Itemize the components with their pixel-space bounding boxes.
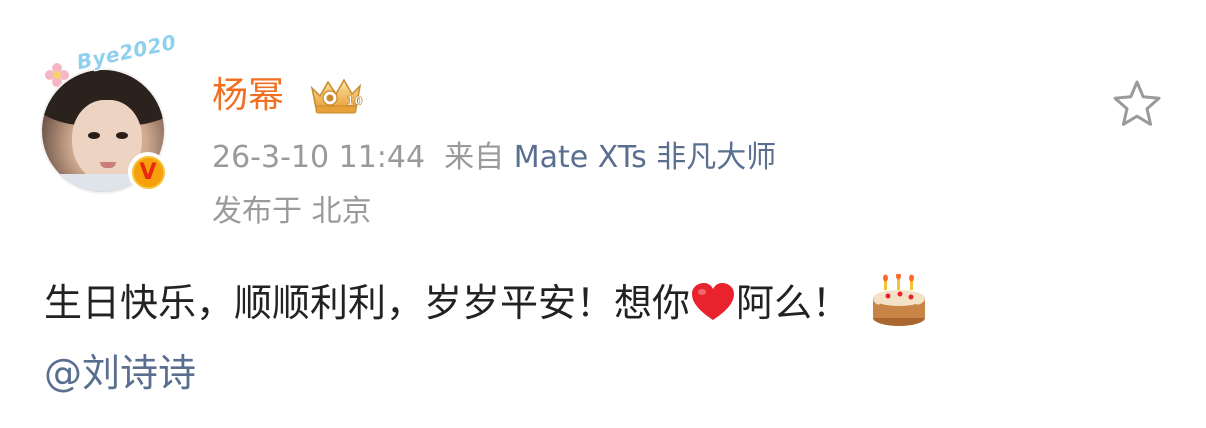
favorite-star-icon[interactable] — [1110, 78, 1164, 130]
verified-v-icon: V — [131, 155, 165, 189]
author-name[interactable]: 杨幂 — [212, 74, 284, 118]
post-location: 发布于 北京 — [212, 194, 372, 229]
post-timestamp: 26-3-10 11:44 — [212, 140, 426, 175]
post-text-part2: 阿么！ — [736, 281, 851, 325]
post-text-part1: 生日快乐，顺顺利利，岁岁平安！想你 — [44, 281, 691, 325]
heart-icon — [692, 283, 735, 320]
post-content: 生日快乐，顺顺利利，岁岁平安！想你 阿么！ — [44, 274, 928, 330]
post-source-prefix: 来自 — [444, 140, 505, 175]
author-avatar-container[interactable]: Bye2020 V — [36, 30, 178, 192]
verified-badge: V — [128, 152, 168, 192]
post-source-device-link[interactable]: Mate XTs 非凡大师 — [514, 140, 777, 175]
birthday-cake-icon — [873, 274, 926, 326]
crown-vip-badge-icon[interactable]: 10 — [308, 74, 364, 118]
mention-link[interactable]: @刘诗诗 — [44, 346, 196, 400]
avatar-eye-right — [116, 132, 128, 139]
vip-level-text: 10 — [346, 94, 363, 108]
post-meta: 26-3-10 11:44 来自 Mate XTs 非凡大师 — [212, 138, 776, 178]
avatar-eye-left — [88, 132, 100, 139]
avatar-sticker-text: Bye2020 — [74, 29, 179, 75]
